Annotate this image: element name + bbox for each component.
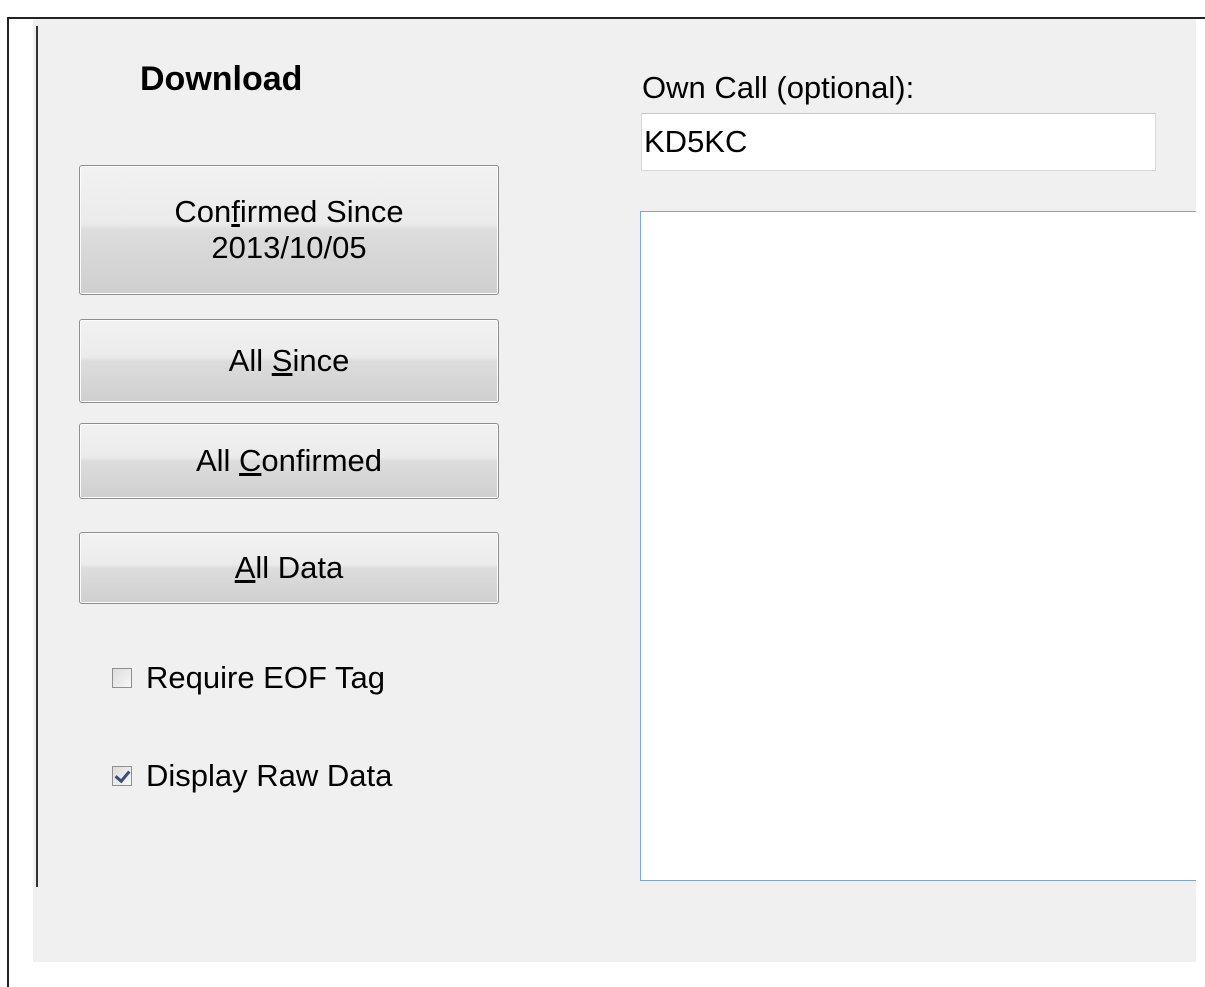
confirmed-since-label: Confirmed Since [174, 194, 404, 230]
confirmed-since-button[interactable]: Confirmed Since 2013/10/05 [79, 165, 499, 295]
all-confirmed-button[interactable]: All Confirmed [79, 423, 499, 499]
display-raw-checkbox[interactable] [112, 766, 132, 786]
display-raw-option[interactable]: Display Raw Data [112, 758, 392, 794]
require-eof-checkbox[interactable] [112, 668, 132, 688]
confirmed-since-date: 2013/10/05 [211, 230, 367, 265]
raw-data-textarea[interactable] [640, 211, 1196, 881]
download-title: Download [140, 60, 303, 98]
all-data-label: All Data [234, 550, 344, 586]
group-divider [36, 26, 38, 887]
all-since-button[interactable]: All Since [79, 319, 499, 403]
require-eof-option[interactable]: Require EOF Tag [112, 660, 385, 696]
require-eof-label: Require EOF Tag [146, 660, 385, 695]
all-confirmed-label: All Confirmed [195, 443, 383, 479]
own-call-input[interactable]: KD5KC [641, 113, 1156, 171]
all-since-label: All Since [228, 343, 350, 379]
display-raw-label: Display Raw Data [146, 758, 393, 793]
own-call-label: Own Call (optional): [642, 70, 915, 105]
all-data-button[interactable]: All Data [79, 532, 499, 604]
